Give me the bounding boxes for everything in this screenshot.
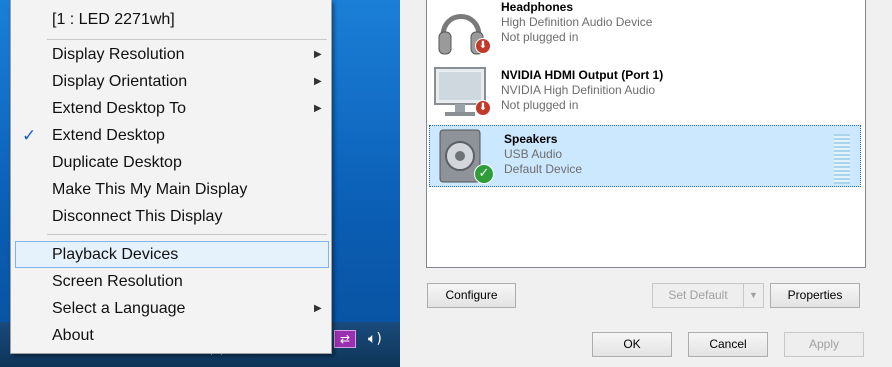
menu-item-label: Extend Desktop To (52, 100, 187, 117)
device-name: Headphones (501, 0, 574, 14)
usb-device-icon[interactable]: ⇄ (334, 330, 356, 348)
menu-monitor-label: [1 : LED 2271wh] (11, 6, 331, 33)
device-driver: High Definition Audio Device (501, 15, 653, 29)
submenu-arrow-icon: ▶ (314, 303, 322, 314)
menu-item-label: Screen Resolution (52, 273, 183, 290)
menu-item-label: About (52, 327, 94, 344)
device-item-nvidia-hdmi[interactable]: ⬇ NVIDIA HDMI Output (Port 1) NVIDIA Hig… (427, 62, 865, 124)
device-status: Not plugged in (501, 30, 579, 44)
menu-item-extend-desktop[interactable]: ✓ Extend Desktop (11, 122, 331, 149)
menu-item-playback-devices[interactable]: Playback Devices (15, 241, 329, 268)
sound-dialog: ⬇ Headphones High Definition Audio Devic… (400, 0, 892, 367)
menu-item-label: Playback Devices (52, 246, 179, 263)
menu-item-select-language[interactable]: Select a Language ▶ (11, 295, 331, 322)
apply-button[interactable]: Apply (784, 332, 864, 357)
set-default-button[interactable]: Set Default ▼ (652, 283, 764, 308)
configure-button[interactable]: Configure (427, 283, 516, 308)
volume-level-meter (834, 134, 850, 184)
apply-button-label: Apply (808, 337, 840, 351)
menu-item-label: Display Resolution (52, 46, 185, 63)
display-context-menu: [1 : LED 2271wh] Display Resolution ▶ Di… (10, 0, 332, 354)
menu-item-label: Select a Language (52, 300, 186, 317)
menu-item-screen-resolution[interactable]: Screen Resolution (11, 268, 331, 295)
cancel-button-label: Cancel (709, 337, 747, 351)
properties-button-label: Properties (787, 288, 843, 302)
device-item-speakers[interactable]: ✓ Speakers USB Audio Default Device (429, 125, 861, 187)
device-driver: NVIDIA High Definition Audio (501, 83, 656, 97)
unplugged-badge-icon: ⬇ (475, 100, 491, 116)
unplugged-badge-icon: ⬇ (475, 38, 491, 54)
menu-item-label: Display Orientation (52, 73, 188, 90)
device-text: Speakers USB Audio Default Device (504, 132, 582, 177)
menu-item-display-orientation[interactable]: Display Orientation ▶ (11, 68, 331, 95)
checkmark-icon: ✓ (22, 126, 37, 145)
cancel-button[interactable]: Cancel (688, 332, 768, 357)
submenu-arrow-icon: ▶ (314, 76, 322, 87)
submenu-arrow-icon: ▶ (314, 49, 322, 60)
default-check-badge-icon: ✓ (474, 164, 494, 184)
device-item-headphones[interactable]: ⬇ Headphones High Definition Audio Devic… (427, 0, 865, 62)
menu-separator (47, 39, 327, 40)
configure-button-label: Configure (445, 288, 498, 302)
menu-item-disconnect-display[interactable]: Disconnect This Display (11, 203, 331, 230)
menu-item-about[interactable]: About (11, 322, 331, 349)
device-text: NVIDIA HDMI Output (Port 1) NVIDIA High … (501, 68, 663, 113)
menu-item-label: Make This My Main Display (52, 181, 248, 198)
volume-icon[interactable]: 🔈︎) (368, 331, 382, 347)
menu-item-extend-desktop-to[interactable]: Extend Desktop To ▶ (11, 95, 331, 122)
device-name: NVIDIA HDMI Output (Port 1) (501, 68, 664, 82)
device-name: Speakers (504, 132, 558, 146)
chevron-down-icon[interactable]: ▼ (743, 284, 763, 307)
submenu-arrow-icon: ▶ (314, 103, 322, 114)
device-text: Headphones High Definition Audio Device … (501, 0, 652, 45)
set-default-button-label: Set Default (668, 288, 728, 302)
menu-separator (47, 234, 327, 235)
menu-item-label: Duplicate Desktop (52, 154, 182, 171)
ok-button[interactable]: OK (592, 332, 672, 357)
monitor-label-text: [1 : LED 2271wh] (52, 11, 175, 28)
playback-device-list: ⬇ Headphones High Definition Audio Devic… (426, 0, 866, 268)
ok-button-label: OK (623, 337, 641, 351)
menu-item-duplicate-desktop[interactable]: Duplicate Desktop (11, 149, 331, 176)
menu-item-make-main-display[interactable]: Make This My Main Display (11, 176, 331, 203)
menu-item-display-resolution[interactable]: Display Resolution ▶ (11, 41, 331, 68)
device-status: Default Device (504, 162, 583, 176)
menu-item-label: Disconnect This Display (52, 208, 223, 225)
menu-item-label: Extend Desktop (52, 127, 165, 144)
device-driver: USB Audio (504, 147, 563, 161)
device-status: Not plugged in (501, 98, 579, 112)
properties-button[interactable]: Properties (770, 283, 860, 308)
